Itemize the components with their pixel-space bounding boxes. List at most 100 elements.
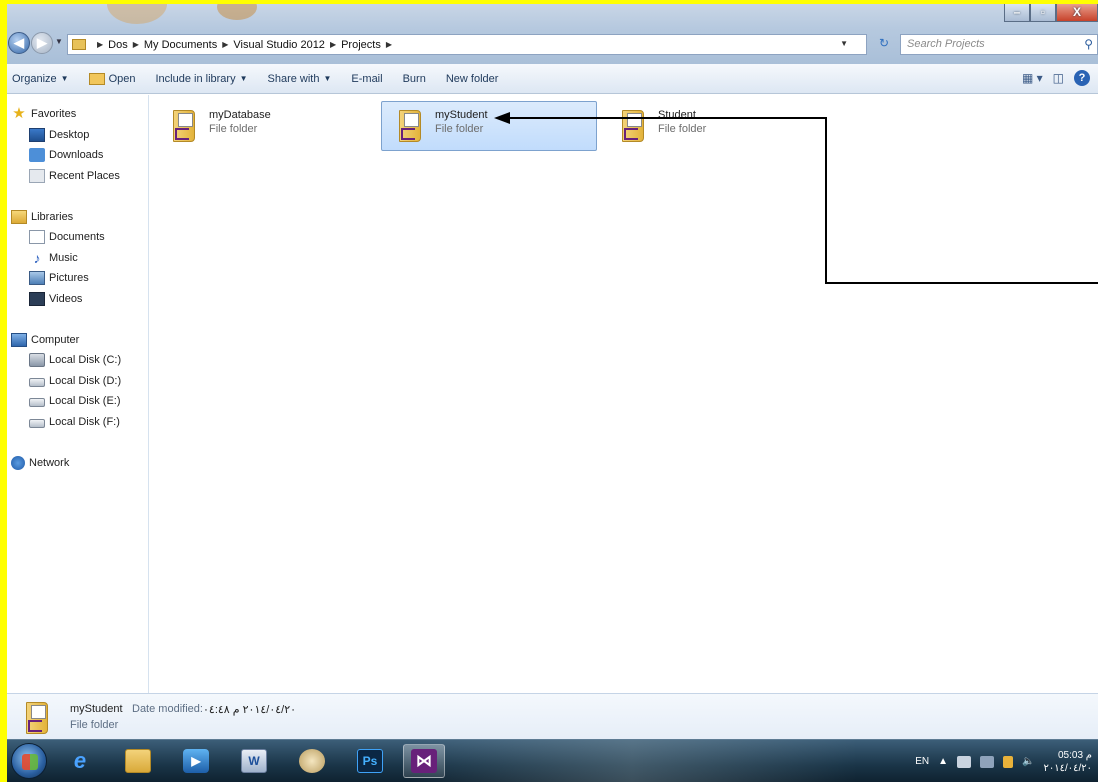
chevron-right-icon[interactable]: ▶ [330,40,336,49]
documents-icon [29,230,45,245]
videos-icon [29,291,45,306]
folder-tile-student[interactable]: Student File folder [604,101,820,151]
language-indicator[interactable]: EN [915,756,929,767]
nav-local-disk-d[interactable]: Local Disk (D:) [7,371,148,392]
vs-project-folder-icon [618,108,646,144]
nav-music[interactable]: ♪ Music [7,248,148,269]
nav-downloads[interactable]: Downloads [7,145,148,166]
open-folder-icon [88,72,105,85]
chevron-right-icon[interactable]: ▶ [133,40,139,49]
nav-network[interactable]: Network [7,453,148,474]
include-in-library-button[interactable]: Include in library ▼ [155,73,247,85]
network-tray-icon[interactable] [980,755,995,768]
maximize-button[interactable]: ▫ [1030,4,1056,22]
search-input[interactable]: Search Projects ⚲ [900,34,1098,55]
search-icon[interactable]: ⚲ [1084,37,1093,51]
breadcrumb-item[interactable]: Dos [108,39,128,51]
details-name: myStudent [70,703,123,715]
music-icon: ♪ [33,249,41,266]
paint-icon [299,749,325,773]
organize-label: Organize [12,72,57,85]
vs-project-folder-icon [22,700,50,736]
folder-tile-mystudent[interactable]: myStudent File folder [381,101,597,151]
start-button[interactable] [11,743,47,779]
nav-label: Libraries [31,210,74,223]
media-player-icon: ▶ [183,749,209,773]
nav-recent-places[interactable]: Recent Places [7,166,148,187]
nav-label: Local Disk (E:) [49,395,121,408]
taskbar-explorer[interactable] [117,744,159,778]
nav-favorites[interactable]: ★ Favorites [7,104,148,125]
taskbar-visual-studio[interactable]: ⋈ [403,744,445,778]
nav-documents[interactable]: Documents [7,227,148,248]
address-bar[interactable]: ▶ Dos ▶ My Documents ▶ Visual Studio 201… [67,34,867,55]
clock[interactable]: 05:03 م ٢٠١٤/٠٤/٢٠ [1043,749,1092,775]
nav-local-disk-c[interactable]: Local Disk (C:) [7,350,148,371]
nav-label: Desktop [49,128,90,141]
star-icon: ★ [12,105,26,123]
nav-label: Computer [31,333,80,346]
nav-label: Network [29,456,70,469]
folder-type: File folder [209,123,258,135]
drive-icon [29,377,45,387]
chevron-right-icon[interactable]: ▶ [222,40,228,49]
nav-local-disk-f[interactable]: Local Disk (F:) [7,412,148,433]
taskbar-photoshop[interactable]: Ps [349,744,391,778]
nav-libraries[interactable]: Libraries [7,207,148,228]
taskbar-word[interactable]: W [233,744,275,778]
nav-label: Documents [49,231,105,244]
network-icon [11,455,25,470]
nav-desktop[interactable]: Desktop [7,125,148,146]
folder-type: File folder [435,123,484,135]
system-drive-icon [29,353,45,368]
recent-pages-dropdown[interactable]: ▼ [55,37,63,46]
address-dropdown-icon[interactable]: ▼ [840,39,848,48]
close-button[interactable]: X [1056,4,1098,22]
nav-computer[interactable]: Computer [7,330,148,351]
back-button[interactable]: ◀ [8,32,30,54]
chevron-down-icon: ▼ [239,74,248,83]
drive-icon [29,398,45,408]
folder-tile-mydatabase[interactable]: myDatabase File folder [155,101,371,151]
drive-icon [29,418,45,428]
system-tray: EN ▲ 🔈 05:03 م ٢٠١٤/٠٤/٢٠ [915,740,1092,782]
pictures-icon [29,271,45,286]
nav-label: Favorites [31,108,77,121]
burn-button[interactable]: Burn [403,73,426,85]
open-button[interactable]: Open [88,72,135,85]
desktop-icon [29,127,45,142]
email-button[interactable]: E-mail [351,73,382,85]
taskbar: e ▶ W Ps ⋈ EN ▲ 🔈 05:03 م ٢٠١٤/٠٤/٢٠ [7,739,1098,782]
taskbar-media-player[interactable]: ▶ [175,744,217,778]
nav-local-disk-e[interactable]: Local Disk (E:) [7,391,148,412]
action-center-icon[interactable] [957,755,972,768]
nav-pictures[interactable]: Pictures [7,268,148,289]
help-icon[interactable]: ? [1074,70,1090,86]
chevron-down-icon: ▼ [323,74,332,83]
share-with-button[interactable]: Share with ▼ [268,73,332,85]
change-view-icon[interactable]: ▦ ▾ [1022,71,1043,85]
nav-label: Local Disk (D:) [49,374,122,387]
refresh-icon[interactable]: ↻ [874,36,894,54]
breadcrumb-item[interactable]: My Documents [144,39,217,51]
minimize-button[interactable]: – [1004,4,1030,22]
forward-button[interactable]: ▶ [31,32,53,54]
power-icon[interactable] [1003,755,1014,768]
preview-pane-icon[interactable]: ◫ [1053,71,1064,85]
search-placeholder: Search Projects [907,38,985,50]
visual-studio-icon: ⋈ [411,749,437,773]
file-list: myDatabase File folder myStudent File fold… [150,95,1098,693]
breadcrumb-item[interactable]: Visual Studio 2012 [233,39,325,51]
organize-button[interactable]: Organize ▼ [12,73,69,85]
show-hidden-icons-button[interactable]: ▲ [938,756,948,767]
breadcrumb-item[interactable]: Projects [341,39,381,51]
chevron-right-icon[interactable]: ▶ [386,40,392,49]
internet-explorer-icon: e [73,748,87,773]
nav-videos[interactable]: Videos [7,289,148,310]
taskbar-ie[interactable]: e [59,744,101,778]
volume-icon[interactable]: 🔈 [1022,756,1034,767]
word-icon: W [241,749,267,773]
new-folder-button[interactable]: New folder [446,73,499,85]
taskbar-paint[interactable] [291,744,333,778]
recent-places-icon [29,168,45,183]
